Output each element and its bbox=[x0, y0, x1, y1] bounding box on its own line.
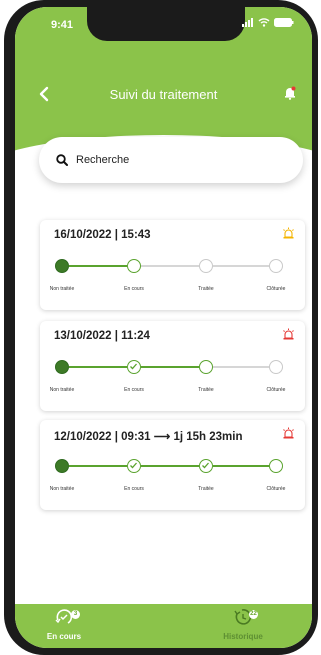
search-icon bbox=[56, 154, 68, 166]
step-label: Non traitée bbox=[49, 486, 75, 492]
tab-historique[interactable]: 22 Historique bbox=[203, 608, 283, 641]
wifi-icon bbox=[258, 18, 270, 27]
tab-en-cours[interactable]: 3 En cours bbox=[24, 608, 104, 641]
step-current-node bbox=[127, 259, 141, 273]
step-current-node bbox=[199, 360, 213, 374]
screen: 9:41 Suivi du traitement Recherche 16/10… bbox=[15, 7, 312, 648]
step-label: Clôturée bbox=[266, 387, 286, 393]
progress-line bbox=[69, 366, 127, 368]
ticket-card[interactable]: 16/10/2022 | 15:43 Non traitée En cours Tra… bbox=[40, 220, 305, 310]
step-label: Clôturée bbox=[266, 486, 286, 492]
signal-icon bbox=[242, 18, 253, 27]
ticket-timestamp: 13/10/2022 | 11:24 bbox=[54, 330, 150, 342]
page-title: Suivi du traitement bbox=[109, 87, 218, 102]
step-check-icon bbox=[127, 360, 141, 374]
progress-line bbox=[141, 465, 199, 467]
device-frame: 9:41 Suivi du traitement Recherche 16/10… bbox=[4, 0, 318, 655]
progress-line bbox=[69, 465, 127, 467]
step-current-node bbox=[269, 459, 283, 473]
progress-line bbox=[141, 366, 199, 368]
ticket-card[interactable]: 13/10/2022 | 11:24 Non traitée En cours Tra… bbox=[40, 321, 305, 411]
siren-alert-icon bbox=[282, 328, 295, 346]
search-bar[interactable]: Recherche bbox=[39, 137, 303, 183]
tab-badge-en-cours: 3 bbox=[71, 610, 80, 619]
step-label: Non traitée bbox=[49, 286, 75, 292]
step-check-icon bbox=[199, 459, 213, 473]
step-label: Non traitée bbox=[49, 387, 75, 393]
step-label: Traitée bbox=[198, 387, 214, 393]
step-label: En cours bbox=[124, 286, 144, 292]
ticket-timestamp: 16/10/2022 | 15:43 bbox=[54, 229, 151, 241]
progress-line bbox=[213, 265, 269, 267]
tab-badge-historique: 22 bbox=[249, 610, 258, 619]
step-filled-node bbox=[55, 259, 69, 273]
step-label: Traitée bbox=[198, 486, 214, 492]
step-filled-node bbox=[55, 459, 69, 473]
status-icons bbox=[242, 18, 294, 27]
progress-line bbox=[213, 465, 269, 467]
tab-label-en-cours: En cours bbox=[46, 632, 82, 641]
progress-line bbox=[141, 265, 199, 267]
tab-label-historique: Historique bbox=[223, 632, 263, 641]
ticket-card[interactable]: 12/10/2022 | 09:31 ⟶ 1j 15h 23min Non tra… bbox=[40, 420, 305, 510]
step-label: Clôturée bbox=[266, 286, 286, 292]
step-label: En cours bbox=[124, 486, 144, 492]
step-label: Traitée bbox=[198, 286, 214, 292]
battery-icon bbox=[274, 18, 294, 27]
step-check-icon bbox=[127, 459, 141, 473]
ticket-timestamp: 12/10/2022 | 09:31 ⟶ 1j 15h 23min bbox=[54, 431, 243, 443]
bottom-nav: 3 En cours 22 Historique bbox=[15, 604, 312, 648]
siren-alert-icon bbox=[282, 427, 295, 445]
step-label: En cours bbox=[124, 387, 144, 393]
search-placeholder: Recherche bbox=[76, 154, 130, 166]
step-pending-node bbox=[269, 259, 283, 273]
step-pending-node bbox=[269, 360, 283, 374]
progress-line bbox=[213, 366, 269, 368]
notification-bell-icon[interactable] bbox=[284, 86, 296, 100]
step-filled-node bbox=[55, 360, 69, 374]
status-time: 9:41 bbox=[51, 19, 74, 31]
notch bbox=[87, 7, 245, 41]
step-pending-node bbox=[199, 259, 213, 273]
progress-line bbox=[69, 265, 127, 267]
siren-alert-icon bbox=[282, 227, 295, 245]
